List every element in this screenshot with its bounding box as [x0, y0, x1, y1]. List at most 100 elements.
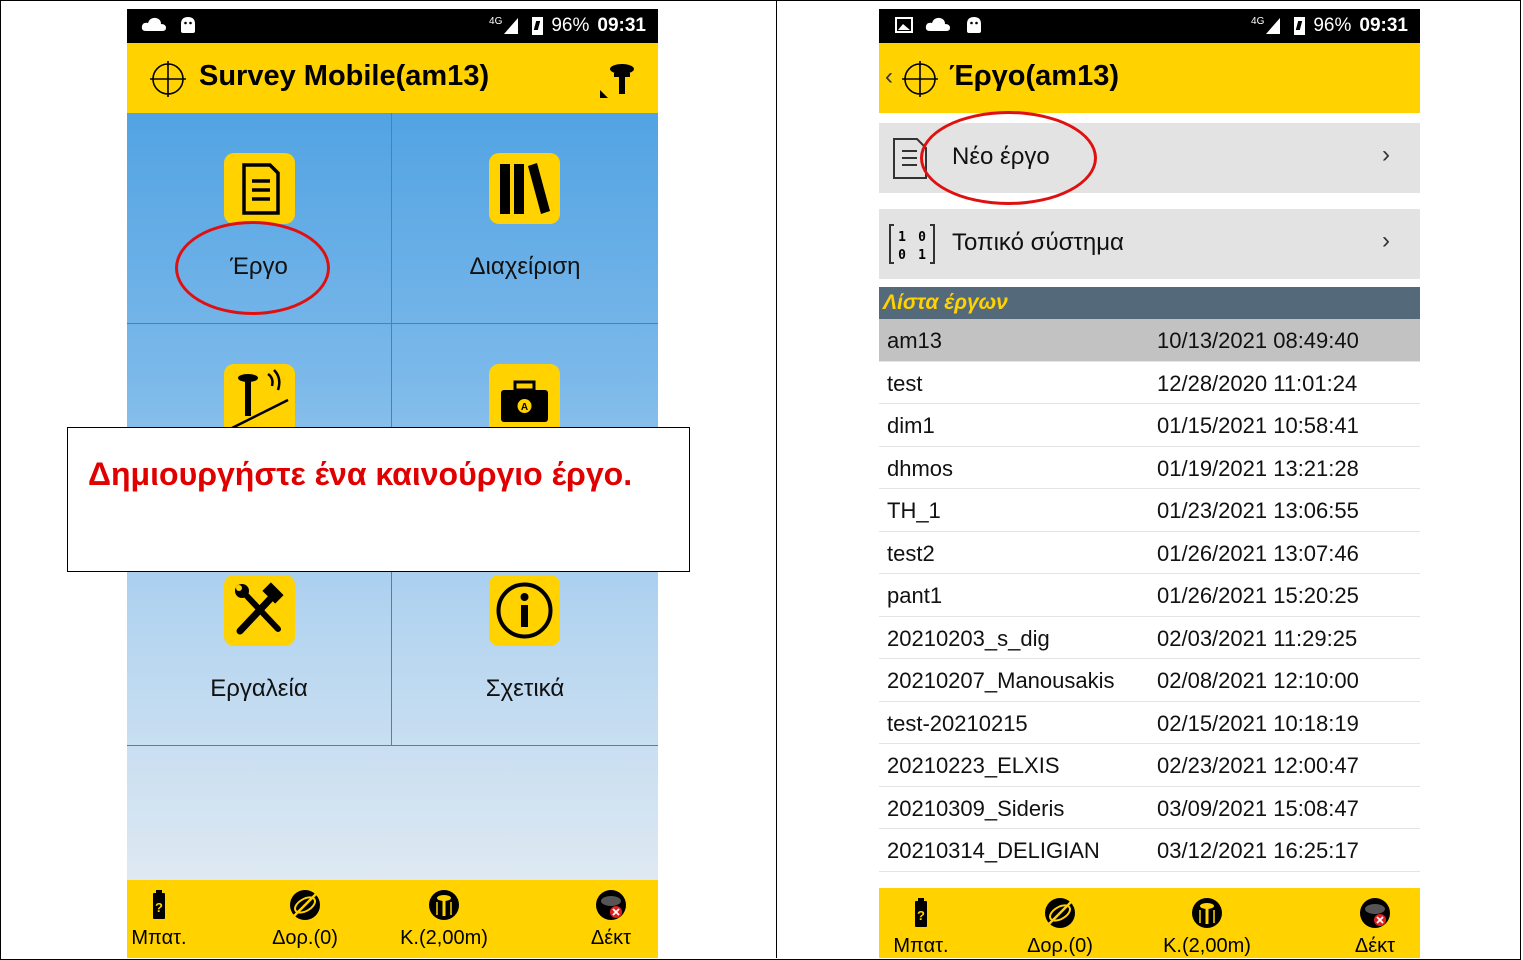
antenna-height-button[interactable]: Κ.(2,00m): [1157, 888, 1257, 958]
project-name: 20210203_s_dig: [887, 625, 1050, 651]
matrix-cell: 1: [898, 230, 906, 245]
project-date: 10/13/2021 08:49:40: [1157, 328, 1359, 353]
info-icon: [489, 575, 560, 646]
project-row[interactable]: 20210203_s_dig 02/03/2021 11:29:25: [879, 617, 1420, 659]
matrix-cell: 0: [918, 230, 926, 245]
svg-text:A: A: [521, 402, 528, 413]
app-bar: ‹ Έργο(am13): [879, 43, 1420, 113]
highlight-ellipse-new-project: [920, 111, 1097, 205]
local-system-button[interactable]: 1 0 0 1 Τοπικό σύστημα ›: [879, 209, 1420, 279]
battery-percent: 96%: [551, 15, 590, 36]
bottom-status-bar: ? Μπατ. Δορ.(0) Κ.(2,00m) Δέκτ: [879, 888, 1420, 958]
menu-tile-management[interactable]: Διαχείριση: [392, 113, 658, 324]
tools-icon: [224, 575, 295, 646]
project-date: 01/23/2021 13:06:55: [1157, 498, 1359, 523]
android-icon: [181, 17, 195, 33]
battery-icon: ?: [915, 898, 927, 927]
project-row[interactable]: 20210223_ELXIS 02/23/2021 12:00:47: [879, 744, 1420, 787]
receiver-status-button[interactable]: Δέκτ: [1325, 888, 1420, 958]
project-name: dhmos: [887, 455, 954, 481]
project-row[interactable]: TH_1 01/23/2021 13:06:55: [879, 489, 1420, 532]
instruction-text: Δημιουργήστε ένα καινούργιο έργο.: [88, 456, 633, 492]
antenna-height-button[interactable]: Κ.(2,00m): [394, 880, 494, 958]
matrix-icon: 1 0 0 1: [889, 224, 935, 264]
menu-tile-label: Σχετικά: [485, 675, 565, 702]
battery-label: Μπατ.: [893, 935, 949, 957]
project-date: 12/28/2020 11:01:24: [1157, 370, 1358, 396]
status-indicators: 4G 96% 09:31: [1251, 15, 1408, 37]
project-row[interactable]: 20210207_Manousakis 02/08/2021 12:10:00: [879, 659, 1420, 702]
receiver-status-button[interactable]: Δέκτ: [561, 880, 658, 958]
matrix-cell: 1: [918, 248, 926, 263]
signal-icon: [504, 18, 519, 34]
project-row[interactable]: 20210314_DELIGIAN 03/12/2021 16:25:17: [879, 829, 1420, 872]
project-row[interactable]: 20210320_MANOUSAKI: [879, 872, 1420, 885]
receiver-disconnected-icon: [596, 890, 626, 920]
project-row[interactable]: 20210309_Sideris 03/09/2021 15:08:47: [879, 787, 1420, 829]
back-chevron-icon[interactable]: ‹: [885, 63, 893, 91]
battery-icon: ?: [153, 890, 165, 919]
project-row[interactable]: test2 01/26/2021 13:07:46: [879, 532, 1420, 574]
receiver-disconnected-icon: [1360, 898, 1390, 928]
antenna-height-label: Κ.(2,00m): [400, 927, 488, 949]
battery-percent: 96%: [1313, 15, 1352, 36]
project-date: 03/09/2021 15:08:47: [1157, 795, 1359, 821]
project-row[interactable]: dim1 01/15/2021 10:58:41: [879, 404, 1420, 447]
project-name: TH_1: [887, 498, 941, 523]
gnss-antenna-icon: [224, 364, 295, 435]
column-divider: [776, 0, 777, 958]
satellites-status-button[interactable]: Δορ.(0): [255, 880, 355, 958]
project-date: 02/15/2021 10:18:19: [1157, 710, 1359, 736]
receiver-label: Δέκτ: [1354, 935, 1396, 957]
project-row[interactable]: test 12/28/2020 11:01:24: [879, 362, 1420, 404]
crosshair-logo-icon: [150, 61, 186, 97]
image-notification-icon: [895, 17, 913, 33]
toolbox-icon: A: [489, 364, 560, 435]
project-date: 02/03/2021 11:29:25: [1157, 625, 1358, 651]
network-type: 4G: [1251, 15, 1265, 27]
receiver-connect-icon[interactable]: [598, 60, 638, 100]
pole-height-icon: [429, 890, 459, 920]
antenna-height-label: Κ.(2,00m): [1163, 935, 1251, 957]
project-name: 20210309_Sideris: [887, 795, 1065, 821]
status-bar: 4G 96% 09:31: [879, 9, 1420, 43]
svg-text:?: ?: [155, 900, 163, 915]
battery-charging-icon: [532, 17, 544, 35]
local-system-label: Τοπικό σύστημα: [952, 229, 1124, 256]
clock: 09:31: [1359, 15, 1408, 36]
android-icon: [967, 17, 981, 33]
chevron-right-icon: ›: [1382, 141, 1390, 168]
cloud-icon: [925, 17, 950, 31]
project-row[interactable]: am13 10/13/2021 08:49:40: [879, 319, 1420, 362]
instruction-callout: Δημιουργήστε ένα καινούργιο έργο.: [67, 427, 690, 572]
project-list[interactable]: am13 10/13/2021 08:49:40 test 12/28/2020 11…: [879, 319, 1420, 884]
satellite-off-icon: [290, 890, 320, 920]
project-row[interactable]: test-20210215 02/15/2021 10:18:19: [879, 702, 1420, 744]
project-name: 20210314_DELIGIAN: [887, 838, 1100, 863]
battery-label: Μπατ.: [131, 927, 187, 949]
project-date: 03/12/2021 16:25:17: [1157, 838, 1359, 863]
app-title: Survey Mobile(am13): [199, 60, 490, 92]
cloud-icon: [141, 17, 166, 31]
project-date: 01/26/2021 13:07:46: [1157, 540, 1359, 566]
project-date: 02/23/2021 12:00:47: [1157, 753, 1359, 778]
project-row[interactable]: dhmos 01/19/2021 13:21:28: [879, 447, 1420, 489]
crosshair-logo-icon: [902, 61, 938, 97]
battery-status-button[interactable]: ? Μπατ.: [879, 888, 971, 958]
project-date: 01/19/2021 13:21:28: [1157, 455, 1359, 481]
clock: 09:31: [597, 15, 646, 36]
project-row[interactable]: pant1 01/26/2021 15:20:25: [879, 574, 1420, 617]
project-name: test: [887, 370, 923, 396]
project-document-icon: [224, 153, 295, 224]
project-name: pant1: [887, 583, 943, 608]
bottom-status-bar: ? Μπατ. Δορ.(0) Κ.(2,00m) Δέκτ: [127, 880, 658, 958]
app-bar: Survey Mobile(am13): [127, 43, 658, 113]
satellites-label: Δορ.(0): [1027, 935, 1093, 957]
matrix-cell: 0: [898, 248, 906, 263]
battery-status-button[interactable]: ? Μπατ.: [127, 880, 209, 958]
project-date: 01/26/2021 15:20:25: [1157, 583, 1359, 608]
project-name: 20210320_MANOUSAKI: [887, 881, 1129, 885]
project-name: test-20210215: [887, 710, 1028, 736]
project-name: test2: [887, 540, 935, 566]
satellites-status-button[interactable]: Δορ.(0): [1010, 888, 1110, 958]
